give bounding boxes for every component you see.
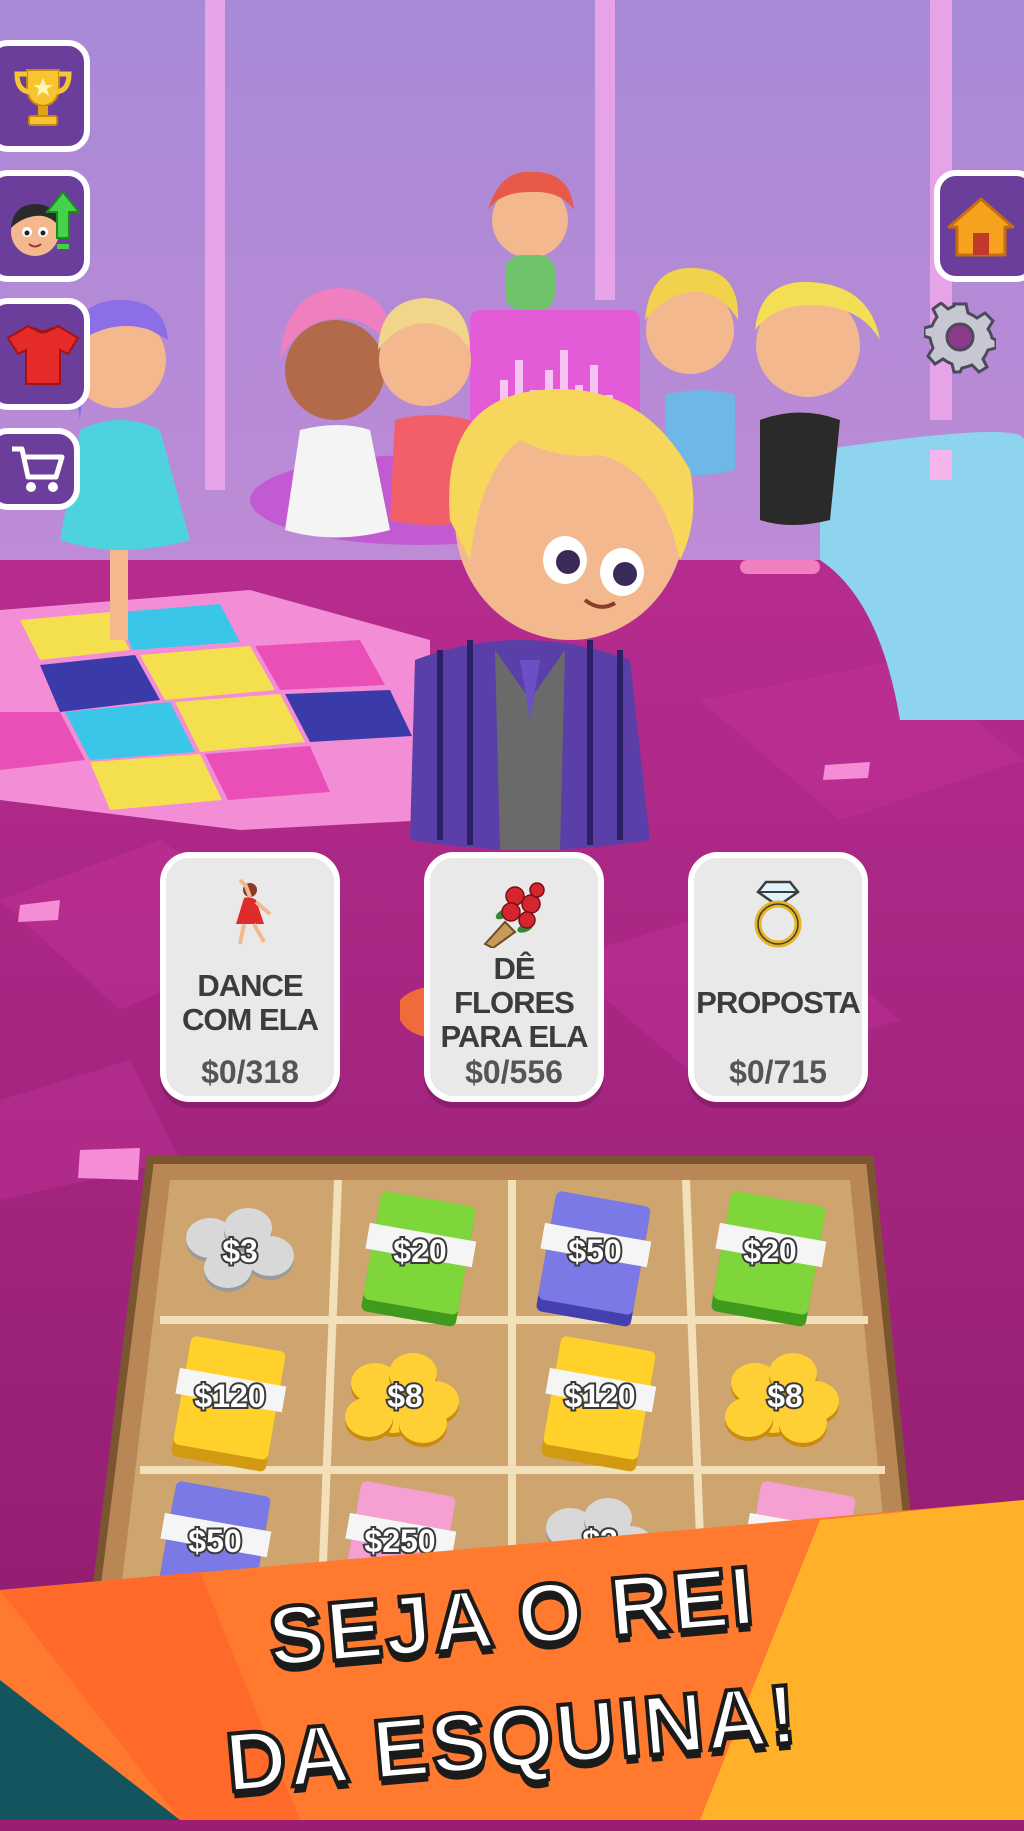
tray-item-label: $8 <box>387 1378 423 1414</box>
action-card-flowers-label: DÊ FLORES PARA ELA <box>440 951 589 1054</box>
tray-item-label: $120 <box>194 1378 265 1414</box>
tray-item-label: $3 <box>222 1233 258 1269</box>
outfit-button[interactable] <box>0 298 90 410</box>
trophy-icon <box>14 69 72 126</box>
shop-button[interactable] <box>0 428 80 510</box>
action-card-proposal-price: $0/715 <box>729 1054 827 1090</box>
shirt-icon <box>6 324 80 385</box>
tray-item-label: $50 <box>568 1233 621 1269</box>
action-card-dance-price: $0/318 <box>201 1054 299 1090</box>
action-card-dance[interactable]: DANCE COM ELA $0/318 <box>160 852 340 1102</box>
gear-icon[interactable] <box>924 302 996 374</box>
action-card-flowers[interactable]: DÊ FLORES PARA ELA $0/556 <box>424 852 604 1102</box>
action-card-proposal-label: PROPOSTA <box>696 985 861 1020</box>
trophy-button[interactable] <box>0 40 90 152</box>
character-upgrade-button[interactable] <box>0 170 90 282</box>
home-button[interactable] <box>934 170 1024 282</box>
shopping-cart-icon <box>12 446 65 492</box>
tray-item-label: $20 <box>743 1233 796 1269</box>
bouquet-icon <box>483 882 545 948</box>
dancer-icon <box>236 878 272 945</box>
action-card-proposal[interactable]: PROPOSTA $0/715 <box>688 852 868 1102</box>
character-upgrade-icon <box>11 190 81 256</box>
dance-floor <box>0 590 430 830</box>
action-card-dance-label: DANCE COM ELA <box>182 968 319 1037</box>
tray-item-label: $20 <box>393 1233 446 1269</box>
action-card-flowers-price: $0/556 <box>465 1054 563 1090</box>
ring-icon <box>754 880 802 948</box>
tray-item-label: $8 <box>767 1378 803 1414</box>
home-icon <box>947 197 1015 257</box>
tray-item-label: $120 <box>564 1378 635 1414</box>
